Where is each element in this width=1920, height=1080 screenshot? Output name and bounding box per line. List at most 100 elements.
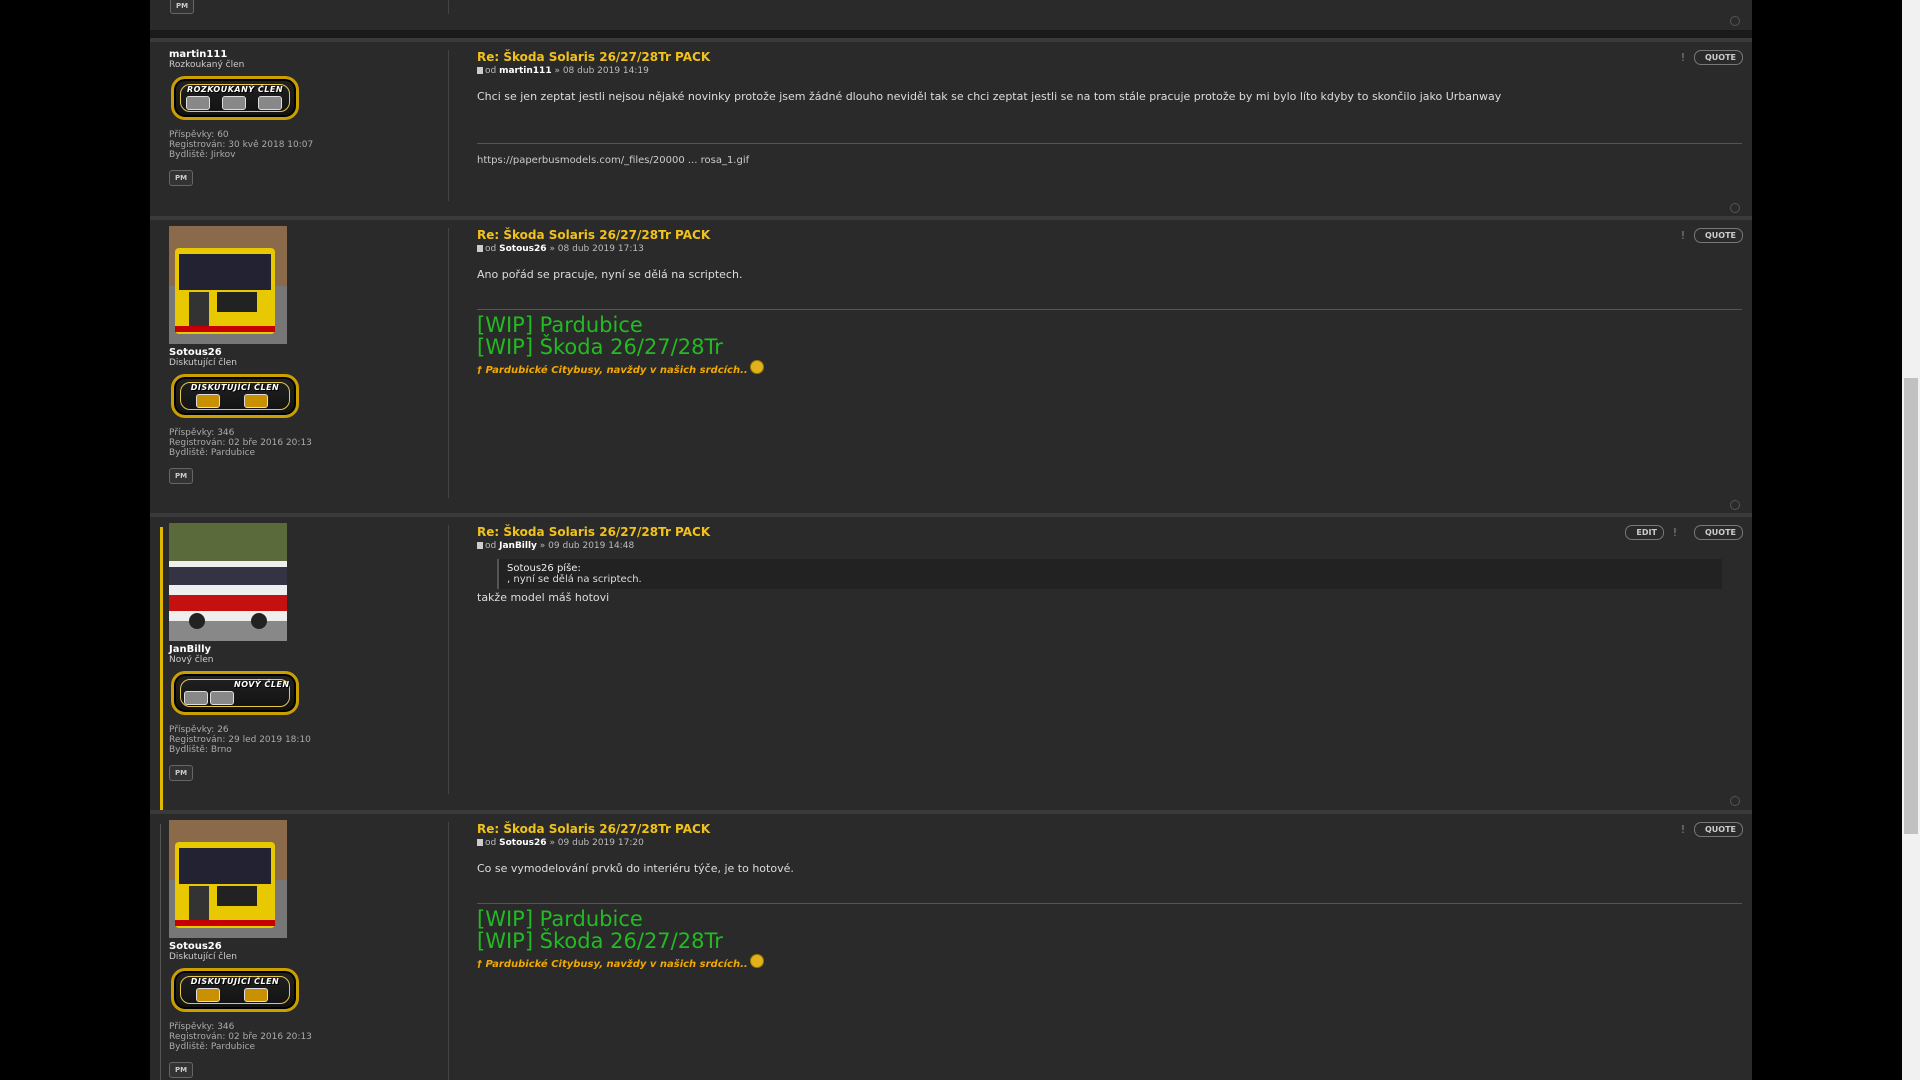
post-meta: od JanBilly » 09 dub 2019 14:48 (477, 541, 1742, 551)
post-meta: od martin111 » 08 dub 2019 14:19 (477, 66, 1742, 76)
user-stats: Příspěvky: 26 Registrován: 29 led 2019 1… (169, 725, 439, 755)
post-title[interactable]: Re: Škoda Solaris 26/27/28Tr PACK (477, 525, 1742, 539)
username[interactable]: JanBilly (169, 645, 439, 655)
post-date: » 08 dub 2019 14:19 (554, 66, 649, 76)
pm-button[interactable]: PM (169, 1062, 193, 1078)
avatar (169, 820, 287, 938)
scrollbar-thumb[interactable] (1904, 378, 1918, 834)
pm-button[interactable]: PM (169, 765, 193, 781)
post-title[interactable]: Re: Škoda Solaris 26/27/28Tr PACK (477, 50, 1742, 64)
rank-badge-image: NOVÝ ČLEN (171, 671, 299, 715)
registered-date: Registrován: 29 led 2019 18:10 (169, 735, 311, 745)
post-icon[interactable] (477, 839, 483, 846)
post-author[interactable]: Sotous26 (499, 244, 546, 254)
quote-button[interactable]: QUOTE (1693, 228, 1743, 243)
post-3: JanBilly Nový člen NOVÝ ČLEN Příspěvky: … (150, 513, 1752, 810)
user-stats: Příspěvky: 60 Registrován: 30 kvě 2018 1… (169, 130, 439, 160)
post-author[interactable]: martin111 (499, 66, 551, 76)
quote-author: Sotous26 píše: (507, 563, 581, 574)
quote-button[interactable]: QUOTE (1693, 822, 1743, 837)
post-previous: PM (150, 0, 1752, 30)
post-date: » 09 dub 2019 14:48 (539, 541, 635, 551)
user-location: Bydliště: Jirkov (169, 150, 236, 160)
post-content: Re: Škoda Solaris 26/27/28Tr PACK od mar… (477, 50, 1742, 167)
report-icon[interactable]: ! (1678, 229, 1688, 242)
smiley-icon (749, 360, 764, 374)
back-to-top-icon[interactable] (1730, 500, 1740, 510)
post-icon[interactable] (477, 542, 483, 549)
pm-button[interactable]: PM (169, 468, 193, 484)
post-divider (448, 228, 449, 498)
post-title[interactable]: Re: Škoda Solaris 26/27/28Tr PACK (477, 822, 1742, 836)
signature-link[interactable]: https://paperbusmodels.com/_files/20000 … (477, 155, 749, 166)
post-divider (448, 822, 449, 1080)
signature: [WIP] Pardubice [WIP] Škoda 26/27/28Tr †… (477, 309, 1742, 377)
post-count: Příspěvky: 60 (169, 130, 229, 140)
quote-text: , nyní se dělá na scriptech. (507, 574, 642, 585)
rank-badge-image: DISKUTUJÍCÍ ČLEN (171, 968, 299, 1012)
avatar (169, 226, 287, 344)
pm-button[interactable]: PM (170, 0, 194, 14)
post-body: Ano pořád se pracuje, nyní se dělá na sc… (477, 268, 743, 281)
back-to-top-icon[interactable] (1730, 16, 1740, 26)
user-rank: Diskutující člen (169, 952, 237, 962)
signature-link-skoda[interactable]: [WIP] Škoda 26/27/28Tr (477, 930, 1742, 952)
post-content: Re: Škoda Solaris 26/27/28Tr PACK od Sot… (477, 228, 1742, 377)
signature-link-pardubice[interactable]: [WIP] Pardubice (477, 908, 1742, 930)
rank-badge-text: NOVÝ ČLEN (234, 680, 290, 689)
username[interactable]: Sotous26 (169, 348, 439, 358)
post-actions: EDIT ! QUOTE (1625, 525, 1743, 540)
quote-block: Sotous26 píše: , nyní se dělá na scripte… (497, 559, 1722, 589)
back-to-top-icon[interactable] (1730, 796, 1740, 806)
post-content: Re: Škoda Solaris 26/27/28Tr PACK od Sot… (477, 822, 1742, 971)
user-rank: Rozkoukaný člen (169, 60, 245, 70)
post-divider (448, 525, 449, 794)
post-icon[interactable] (477, 67, 483, 74)
post-icon[interactable] (477, 245, 483, 252)
username[interactable]: martin111 (169, 50, 439, 60)
avatar (169, 523, 287, 641)
user-location: Bydliště: Pardubice (169, 448, 256, 458)
back-to-top-icon[interactable] (1730, 203, 1740, 213)
post-count: Příspěvky: 26 (169, 725, 229, 735)
registered-date: Registrován: 02 bře 2016 20:13 (169, 1032, 312, 1042)
rank-badge-text: DISKUTUJÍCÍ ČLEN (190, 977, 280, 986)
user-location: Bydliště: Brno (169, 745, 232, 755)
signature: [WIP] Pardubice [WIP] Škoda 26/27/28Tr †… (477, 903, 1742, 971)
post-count: Příspěvky: 346 (169, 1022, 235, 1032)
signature-link-skoda[interactable]: [WIP] Škoda 26/27/28Tr (477, 336, 1742, 358)
user-location: Bydliště: Pardubice (169, 1042, 256, 1052)
quote-button[interactable]: QUOTE (1693, 50, 1743, 65)
username[interactable]: Sotous26 (169, 942, 439, 952)
quote-button[interactable]: QUOTE (1693, 525, 1743, 540)
post-meta: od Sotous26 » 08 dub 2019 17:13 (477, 244, 1742, 254)
user-rank: Nový člen (169, 655, 214, 665)
rank-badge-image: DISKUTUJÍCÍ ČLEN (171, 374, 299, 418)
post-body: Co se vymodelování prvků do interiéru tý… (477, 862, 794, 875)
post-body: takže model máš hotovi (477, 591, 610, 604)
post-indicator (160, 824, 161, 1080)
pm-button[interactable]: PM (169, 170, 193, 186)
report-icon[interactable]: ! (1678, 51, 1688, 64)
post-actions: ! QUOTE (1678, 228, 1743, 243)
post-date: » 09 dub 2019 17:20 (549, 838, 644, 848)
post-author[interactable]: Sotous26 (499, 838, 546, 848)
post-count: Příspěvky: 346 (169, 428, 235, 438)
report-icon[interactable]: ! (1670, 526, 1680, 539)
signature-link-pardubice[interactable]: [WIP] Pardubice (477, 314, 1742, 336)
edit-button[interactable]: EDIT (1625, 525, 1664, 540)
report-icon[interactable]: ! (1678, 823, 1688, 836)
post-date: » 08 dub 2019 17:13 (549, 244, 644, 254)
rank-badge-text: DISKUTUJÍCÍ ČLEN (190, 383, 280, 392)
post-author[interactable]: JanBilly (499, 541, 537, 551)
post-content: Re: Škoda Solaris 26/27/28Tr PACK od Jan… (477, 525, 1742, 604)
signature-tagline: † Pardubické Citybusy, navždy v našich s… (477, 959, 748, 970)
post-actions: ! QUOTE (1678, 50, 1743, 65)
post-1: martin111 Rozkoukaný člen ROZKOUKANÝ ČLE… (150, 38, 1752, 217)
user-stats: Příspěvky: 346 Registrován: 02 bře 2016 … (169, 1022, 439, 1052)
own-post-indicator (160, 527, 163, 810)
post-title[interactable]: Re: Škoda Solaris 26/27/28Tr PACK (477, 228, 1742, 242)
smiley-icon (749, 954, 764, 968)
post-2: Sotous26 Diskutující člen DISKUTUJÍCÍ ČL… (150, 216, 1752, 514)
post-divider (448, 0, 449, 14)
